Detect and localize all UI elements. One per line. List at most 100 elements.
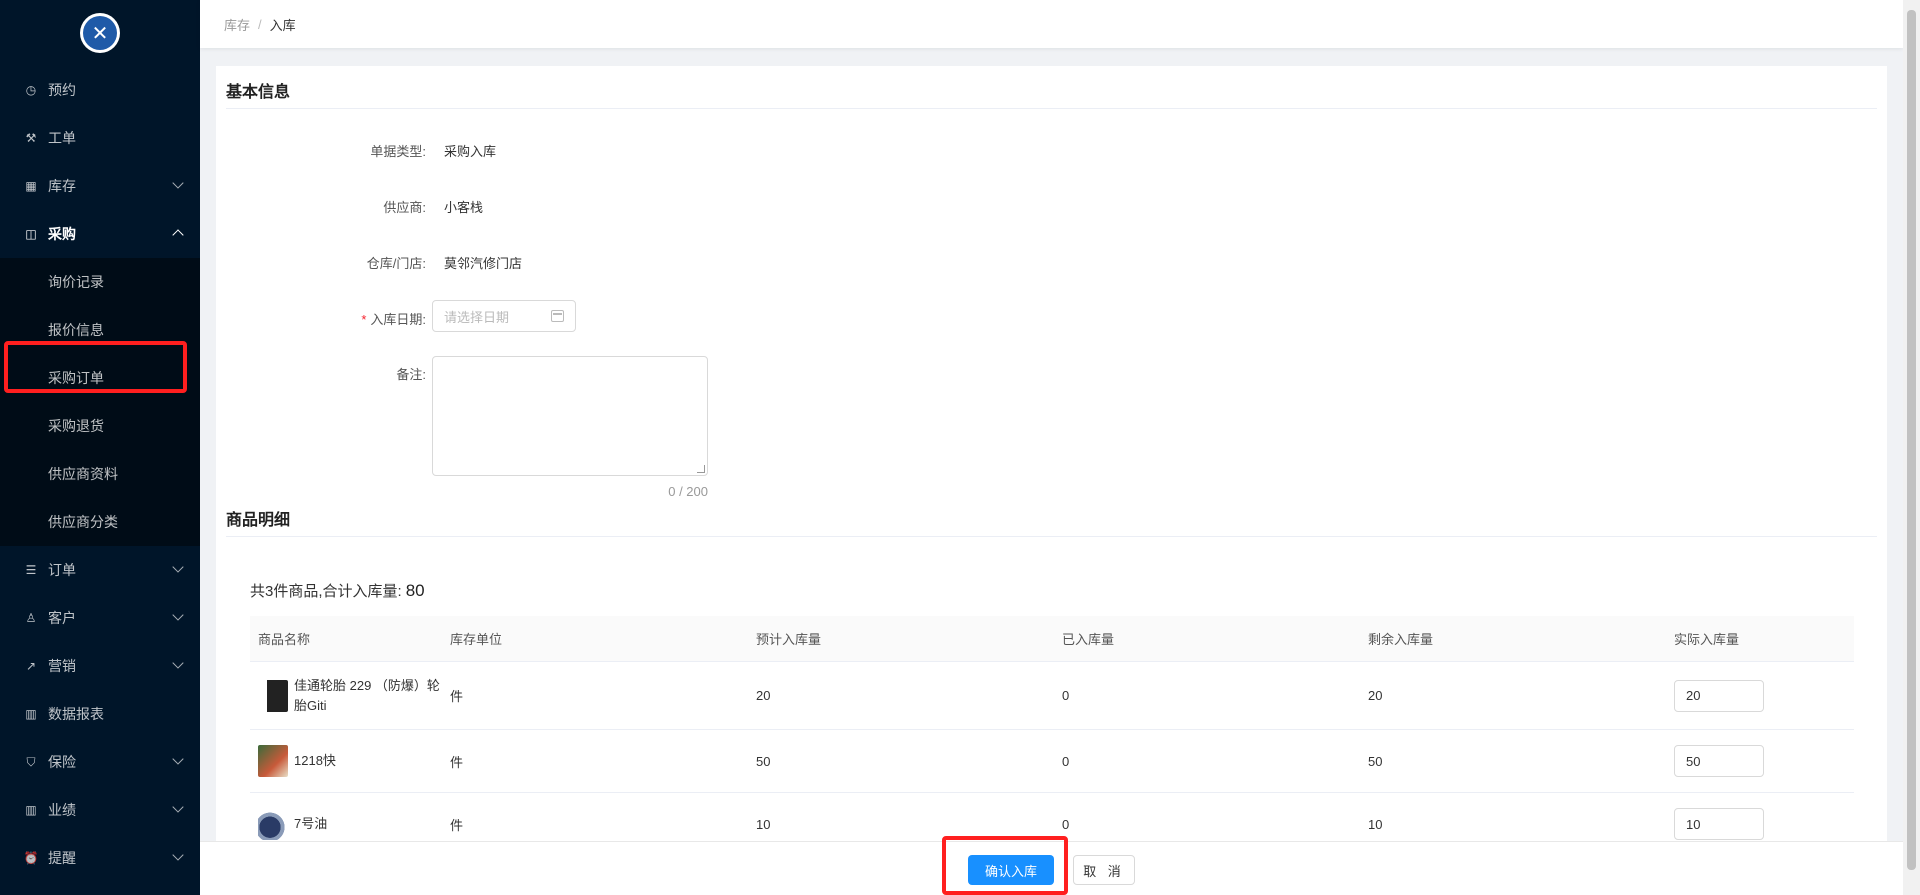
breadcrumb-current: 入库 (269, 17, 296, 33)
actual-cell: 50 (1674, 745, 1854, 777)
sidebar-item-booking[interactable]: ◷ 预约 (0, 66, 200, 114)
divider (226, 108, 1877, 109)
cancel-button[interactable]: 取 消 (1073, 855, 1135, 885)
unit-cell: 件 (450, 817, 464, 833)
col-header-received: 已入库量 (1062, 632, 1115, 647)
bar-chart-icon: ▥ (25, 707, 37, 721)
doc-type-label: 单据类型: (370, 144, 426, 159)
date-label: * 入库日期: (216, 309, 426, 328)
calendar-icon (551, 310, 564, 322)
wrench-icon: ⚒ (25, 131, 37, 145)
scrollbar-thumb[interactable] (1907, 10, 1916, 870)
date-label-text: 入库日期: (370, 312, 426, 327)
chevron-down-icon (172, 801, 184, 813)
date-placeholder: 请选择日期 (444, 309, 510, 325)
product-name: 佳通轮胎 229 （防爆）轮胎Giti (294, 677, 440, 713)
col-header-expected: 预计入库量 (756, 632, 822, 647)
table-row: 1218快 件 50 0 50 50 (250, 730, 1854, 793)
sidebar-item-insurance[interactable]: ⛉ 保险 (0, 738, 200, 786)
sidebar-item-label: 工单 (48, 130, 76, 146)
chevron-down-icon (172, 177, 184, 189)
received-cell: 0 (1062, 816, 1070, 832)
basic-info-title: 基本信息 (226, 84, 291, 101)
breadcrumb-separator: / (258, 16, 262, 32)
sidebar-subitem-supplier-category[interactable]: 供应商分类 (0, 498, 200, 546)
sidebar-subitem-purchase-return[interactable]: 采购退货 (0, 402, 200, 450)
product-thumbnail (258, 679, 288, 712)
doc-type-value: 采购入库 (444, 144, 497, 159)
product-cell: 7号油 (250, 808, 450, 840)
remaining-cell: 10 (1368, 816, 1383, 832)
summary-text: 共3件商品,合计入库量: (250, 583, 402, 600)
product-name: 1218快 (294, 753, 336, 768)
col-header-name: 商品名称 (258, 632, 311, 647)
warehouse-value: 莫邻汽修门店 (444, 256, 523, 271)
alarm-icon: ⏰ (23, 851, 39, 865)
actual-cell: 10 (1674, 808, 1854, 840)
received-cell: 0 (1062, 753, 1070, 769)
divider (226, 536, 1877, 537)
sidebar-item-label: 库存 (48, 178, 76, 194)
shield-icon: ⛉ (26, 754, 36, 769)
highlight-confirm-button (942, 836, 1068, 895)
sidebar-item-workorder[interactable]: ⚒ 工单 (0, 114, 200, 162)
sidebar-item-label: 采购 (48, 226, 76, 242)
sidebar-subitem-supplier-info[interactable]: 供应商资料 (0, 450, 200, 498)
sidebar-item-purchase[interactable]: ◫ 采购 (0, 210, 200, 258)
required-mark: * (361, 312, 367, 327)
goods-table: 商品名称 库存单位 预计入库量 已入库量 剩余入库量 实际入库量 佳通轮胎 22… (250, 616, 1854, 856)
sidebar-item-label: 保险 (48, 754, 76, 770)
table-row: 佳通轮胎 229 （防爆）轮胎Giti 件 20 0 20 20 (250, 662, 1854, 730)
list-icon: ☰ (25, 563, 37, 577)
sidebar-subitem-inquiry[interactable]: 询价记录 (0, 258, 200, 306)
bag-icon: ◫ (25, 227, 37, 241)
resize-handle-icon[interactable] (697, 465, 705, 473)
bar-chart-icon: ▥ (25, 803, 37, 817)
sidebar-item-label: 业绩 (48, 802, 76, 818)
sidebar-item-inventory[interactable]: ▦ 库存 (0, 162, 200, 210)
logo-area: ✕ (0, 0, 200, 66)
expected-cell: 10 (756, 816, 771, 832)
actual-qty-input[interactable]: 50 (1674, 745, 1764, 777)
actual-qty-input[interactable]: 20 (1674, 679, 1764, 712)
sidebar-item-label: 订单 (48, 562, 76, 578)
clock-icon: ◷ (25, 83, 37, 97)
sidebar-item-reports[interactable]: ▥ 数据报表 (0, 690, 200, 738)
remaining-cell: 20 (1368, 688, 1383, 703)
sidebar-item-marketing[interactable]: ↗ 营销 (0, 642, 200, 690)
warehouse-label: 仓库/门店: (366, 256, 426, 271)
table-header: 商品名称 库存单位 预计入库量 已入库量 剩余入库量 实际入库量 (250, 616, 1854, 662)
chevron-down-icon (172, 657, 184, 669)
goods-summary: 共3件商品,合计入库量: 80 (250, 580, 425, 601)
sidebar-item-label: 客户 (48, 610, 76, 626)
sidebar-item-performance[interactable]: ▥ 业绩 (0, 786, 200, 834)
sidebar-item-orders[interactable]: ☰ 订单 (0, 546, 200, 594)
sidebar-item-label: 数据报表 (48, 706, 104, 722)
remark-textarea[interactable] (432, 356, 708, 476)
sidebar-item-label: 预约 (48, 82, 76, 98)
grid-icon: ▦ (25, 179, 37, 193)
sidebar-item-customer[interactable]: ♙ 客户 (0, 594, 200, 642)
user-icon: ♙ (25, 611, 37, 625)
product-cell: 1218快 (250, 745, 450, 777)
vertical-scrollbar[interactable] (1903, 0, 1920, 895)
summary-total: 80 (405, 581, 425, 600)
trend-icon: ↗ (25, 659, 37, 673)
app-logo[interactable]: ✕ (80, 13, 120, 53)
remark-char-counter: 0 / 200 (668, 484, 708, 499)
sidebar: ✕ ◷ 预约 ⚒ 工单 ▦ 库存 ◫ 采购 询价记录 报价信息 采购订单 采购退… (0, 0, 200, 895)
sidebar-item-reminder[interactable]: ⏰ 提醒 (0, 834, 200, 882)
actual-qty-input[interactable]: 10 (1674, 808, 1764, 840)
expected-cell: 20 (756, 688, 771, 703)
sidebar-item-label: 营销 (48, 658, 76, 674)
col-header-actual: 实际入库量 (1674, 632, 1740, 647)
col-header-remaining: 剩余入库量 (1368, 632, 1434, 647)
breadcrumb-parent[interactable]: 库存 (224, 15, 250, 34)
date-picker-input[interactable]: 请选择日期 (432, 300, 576, 332)
product-cell: 佳通轮胎 229 （防爆）轮胎Giti (250, 676, 450, 716)
chevron-down-icon (172, 609, 184, 621)
chevron-down-icon (172, 849, 184, 861)
chevron-down-icon (172, 753, 184, 765)
supplier-label: 供应商: (383, 200, 426, 215)
received-cell: 0 (1062, 688, 1070, 703)
